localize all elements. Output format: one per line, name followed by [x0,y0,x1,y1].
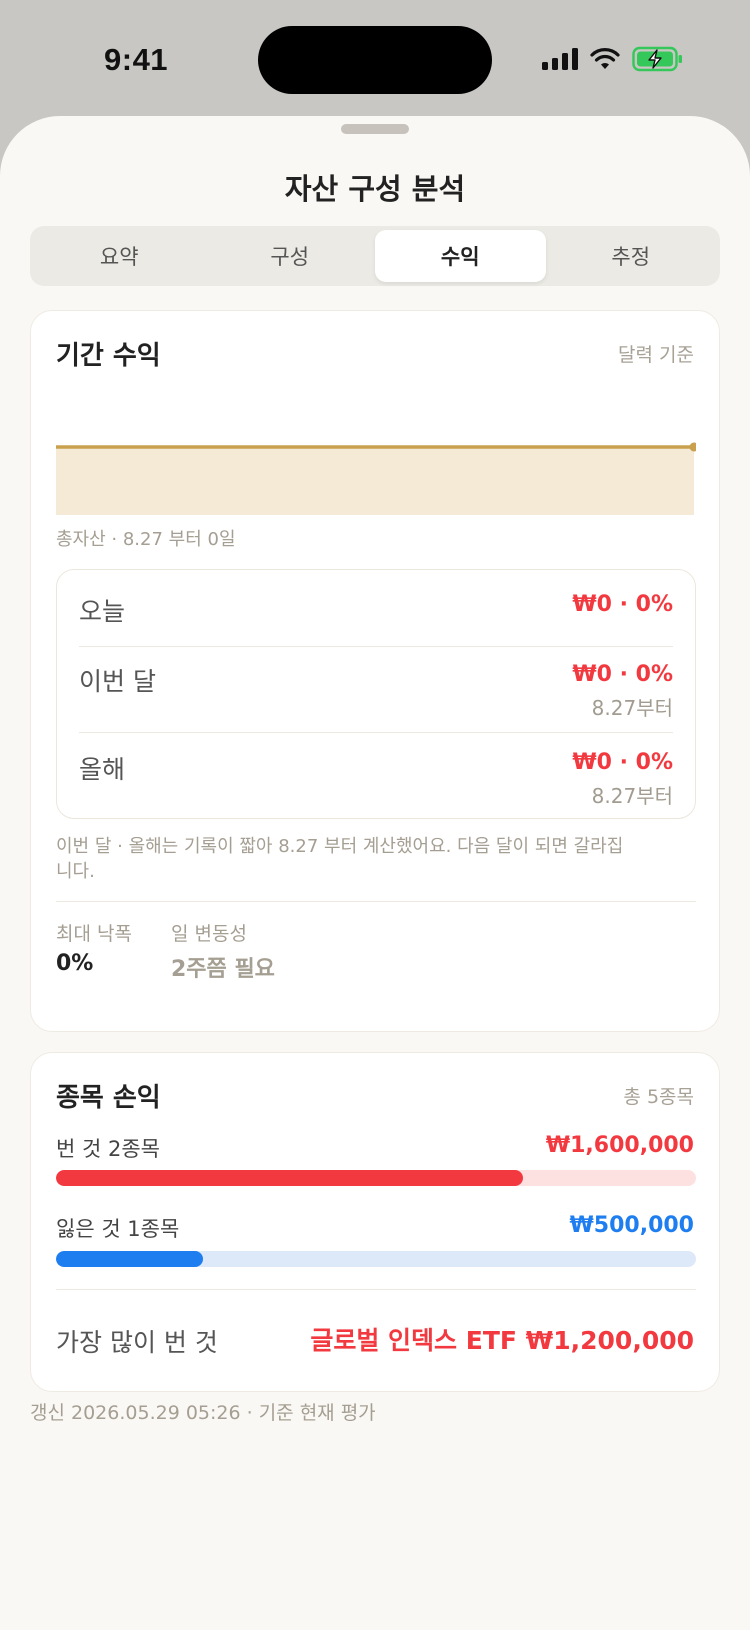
gain-bar-track [56,1170,696,1186]
loss-bar-track [56,1251,696,1267]
cellular-signal-icon [542,48,578,70]
chart-caption: 총자산 · 8.27 부터 0일 [56,529,236,550]
status-icons [542,46,684,72]
daily-volatility-value: 2주쯤 필요 [171,957,275,982]
loss-bar-fill [56,1251,204,1267]
battery-charging-icon [632,46,682,72]
period-returns-list: 오늘 ₩0 · 0% 이번 달 ₩0 · 0% 8.27부터 올해 ₩0 · 0… [56,569,696,819]
top-gainer-label: 가장 많이 번 것 [56,1328,218,1357]
holdings-pl-card: 종목 손익 총 5종목 번 것 2종목 ₩1,600,000 잃은 것 1종목 … [30,1052,720,1392]
period-label-this-month: 이번 달 [79,667,156,696]
divider [56,1289,696,1290]
holdings-pl-title: 종목 손익 [56,1083,161,1113]
gain-amount: ₩1,600,000 [545,1133,694,1158]
period-label-today: 오늘 [79,597,126,626]
period-value-this-month: ₩0 · 0% [572,662,673,687]
gain-label: 번 것 2종목 [56,1137,160,1161]
period-label-this-year: 올해 [79,755,126,784]
analysis-sheet: 자산 구성 분석 요약 구성 수익 추정 기간 수익 달력 기준 총자산 · 8… [0,116,750,1630]
sheet-title: 자산 구성 분석 [284,172,466,206]
period-note: 이번 달 · 올해는 기록이 짧아 8.27 부터 계산했어요. 다음 달이 되… [56,836,624,882]
status-bar: 9:41 [0,0,750,120]
chart-area-fill [56,447,694,515]
tab-summary[interactable]: 요약 [34,230,205,282]
daily-volatility-label: 일 변동성 [171,923,247,945]
top-gainer-value: 글로벌 인덱스 ETF ₩1,200,000 [310,1326,694,1355]
loss-amount: ₩500,000 [569,1213,694,1238]
dynamic-island [258,26,492,94]
calendar-basis-label: 달력 기준 [618,344,694,366]
period-value-this-year: ₩0 · 0% [572,750,673,775]
period-sub-this-month: 8.27부터 [591,696,673,720]
gain-bar-fill [56,1170,524,1186]
updated-timestamp: 갱신 2026.05.29 05:26 · 기준 현재 평가 [30,1402,376,1424]
divider [79,732,673,733]
period-value-today: ₩0 · 0% [572,592,673,617]
max-drawdown-label: 최대 낙폭 [56,923,132,945]
max-drawdown-value: 0% [56,951,94,976]
tab-estimate[interactable]: 추정 [546,230,717,282]
divider [79,646,673,647]
tab-returns[interactable]: 수익 [375,230,546,282]
holdings-count: 총 5종목 [623,1086,694,1108]
period-returns-title: 기간 수익 [56,341,161,371]
tab-composition[interactable]: 구성 [205,230,376,282]
period-sub-this-year: 8.27부터 [591,784,673,808]
status-time: 9:41 [104,42,169,77]
sheet-grabber[interactable] [341,124,409,134]
tab-segmented-control: 요약 구성 수익 추정 [30,226,720,286]
divider [56,901,696,902]
total-assets-chart [56,442,696,515]
period-returns-card: 기간 수익 달력 기준 총자산 · 8.27 부터 0일 오늘 ₩0 · 0% … [30,310,720,1032]
loss-label: 잃은 것 1종목 [56,1217,180,1241]
wifi-icon [590,48,620,69]
